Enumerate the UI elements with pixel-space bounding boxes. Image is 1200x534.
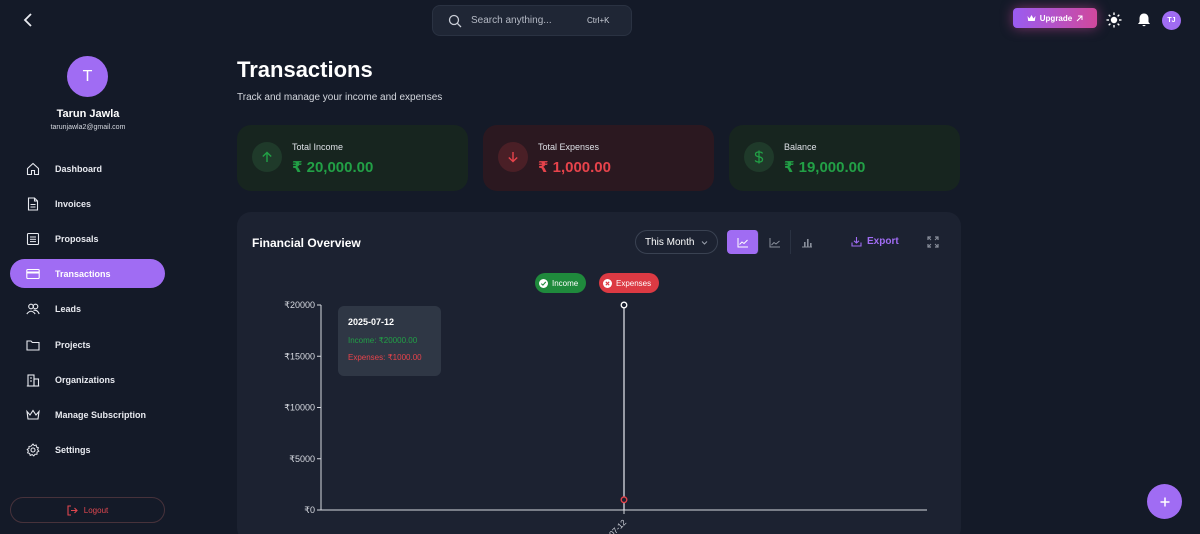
upgrade-label: Upgrade — [1039, 13, 1073, 23]
expenses-value: ₹ 1,000.00 — [538, 159, 611, 176]
data-point-income — [620, 301, 628, 309]
plus-icon — [1160, 497, 1169, 506]
sidebar-item-transactions[interactable]: Transactions — [10, 259, 165, 288]
sidebar-item-projects[interactable]: Projects — [10, 330, 165, 359]
tooltip-date: 2025-07-12 — [348, 317, 395, 327]
sidebar-item-proposals[interactable]: Proposals — [10, 224, 165, 253]
data-point-expenses — [620, 496, 628, 504]
sidebar-item-label: Proposals — [55, 233, 99, 244]
theme-toggle-sun-icon[interactable] — [1106, 12, 1122, 28]
y-tick-label: ₹15000 — [284, 351, 315, 361]
page-subtitle: Track and manage your income and expense… — [237, 92, 443, 103]
sidebar-item-label: Invoices — [55, 198, 92, 209]
sidebar-item-label: Leads — [55, 303, 82, 314]
y-tick-label: ₹10000 — [284, 403, 315, 413]
folder-icon — [26, 339, 40, 351]
tooltip-income: Income: ₹20000.00 — [348, 336, 418, 345]
logout-button[interactable]: Logout — [10, 497, 165, 523]
arrow-up-right-icon — [1076, 15, 1083, 21]
expenses-label: Total Expenses — [538, 142, 600, 152]
financial-overview-panel: Financial Overview This Month Export Inc… — [237, 212, 961, 534]
add-transaction-button[interactable] — [1147, 484, 1182, 519]
upgrade-button[interactable]: Upgrade — [1013, 8, 1097, 28]
profile-avatar: T — [67, 56, 108, 97]
income-icon-circle — [252, 142, 282, 172]
income-label: Total Income — [292, 142, 344, 152]
arrow-down-icon — [508, 152, 518, 163]
gear-icon — [26, 442, 40, 457]
sidebar-item-label: Organizations — [55, 374, 116, 385]
balance-label: Balance — [784, 142, 817, 152]
user-avatar[interactable]: TJ — [1162, 11, 1181, 30]
sidebar-item-leads[interactable]: Leads — [10, 294, 165, 323]
search-icon — [448, 14, 462, 27]
sidebar-item-manage-subscription[interactable]: Manage Subscription — [10, 400, 165, 429]
sidebar-item-dashboard[interactable]: Dashboard — [10, 154, 165, 183]
sidebar-item-invoices[interactable]: Invoices — [10, 189, 165, 218]
crown-icon — [26, 409, 40, 420]
sidebar-item-label: Projects — [55, 339, 91, 350]
sidebar-item-label: Settings — [55, 444, 91, 455]
sidebar-item-label: Manage Subscription — [55, 409, 147, 420]
tooltip-expenses: Expenses: ₹1000.00 — [348, 353, 422, 362]
y-tick-label: ₹20000 — [284, 300, 315, 310]
sidebar-item-label: Dashboard — [55, 163, 103, 174]
credit-card-icon — [26, 268, 40, 279]
chevron-left-icon — [23, 13, 32, 27]
dollar-icon — [754, 150, 764, 164]
balance-value: ₹ 19,000.00 — [784, 159, 866, 176]
document-list-icon — [26, 232, 40, 245]
home-icon — [26, 162, 40, 175]
total-expenses-card: Total Expenses ₹ 1,000.00 — [483, 125, 714, 191]
balance-card: Balance ₹ 19,000.00 — [729, 125, 960, 191]
sidebar-item-organizations[interactable]: Organizations — [10, 365, 165, 394]
building-icon — [26, 373, 40, 387]
logout-label: Logout — [83, 505, 109, 515]
total-income-card: Total Income ₹ 20,000.00 — [237, 125, 468, 191]
income-value: ₹ 20,000.00 — [292, 159, 374, 176]
y-tick-label: ₹0 — [304, 505, 315, 515]
page-title: Transactions — [237, 57, 373, 82]
search-input[interactable] — [471, 15, 581, 26]
users-icon — [26, 303, 40, 314]
profile-email: tarunjawla2@gmail.com — [50, 124, 126, 131]
search-shortcut: Ctrl+K — [587, 16, 610, 25]
chart-tooltip: 2025-07-12 Income: ₹20000.00 Expenses: ₹… — [338, 306, 441, 376]
file-icon — [27, 196, 39, 211]
top-bar: Ctrl+K Upgrade TJ — [0, 0, 1200, 40]
logout-icon — [67, 504, 78, 516]
crown-icon — [1027, 15, 1036, 21]
y-tick-label: ₹5000 — [289, 454, 315, 464]
arrow-up-icon — [262, 151, 272, 162]
notifications-bell-icon[interactable] — [1136, 12, 1152, 28]
balance-icon-circle — [744, 142, 774, 172]
x-tick-label: 07-12 — [607, 517, 628, 534]
sidebar-item-label: Transactions — [55, 268, 111, 279]
sidebar-item-settings[interactable]: Settings — [10, 435, 165, 464]
search-box[interactable]: Ctrl+K — [432, 5, 632, 36]
sidebar: T Tarun Jawla tarunjawla2@gmail.com Dash… — [0, 40, 176, 534]
profile-name: Tarun Jawla — [56, 108, 120, 120]
back-button[interactable] — [18, 10, 38, 30]
expense-icon-circle — [498, 142, 528, 172]
